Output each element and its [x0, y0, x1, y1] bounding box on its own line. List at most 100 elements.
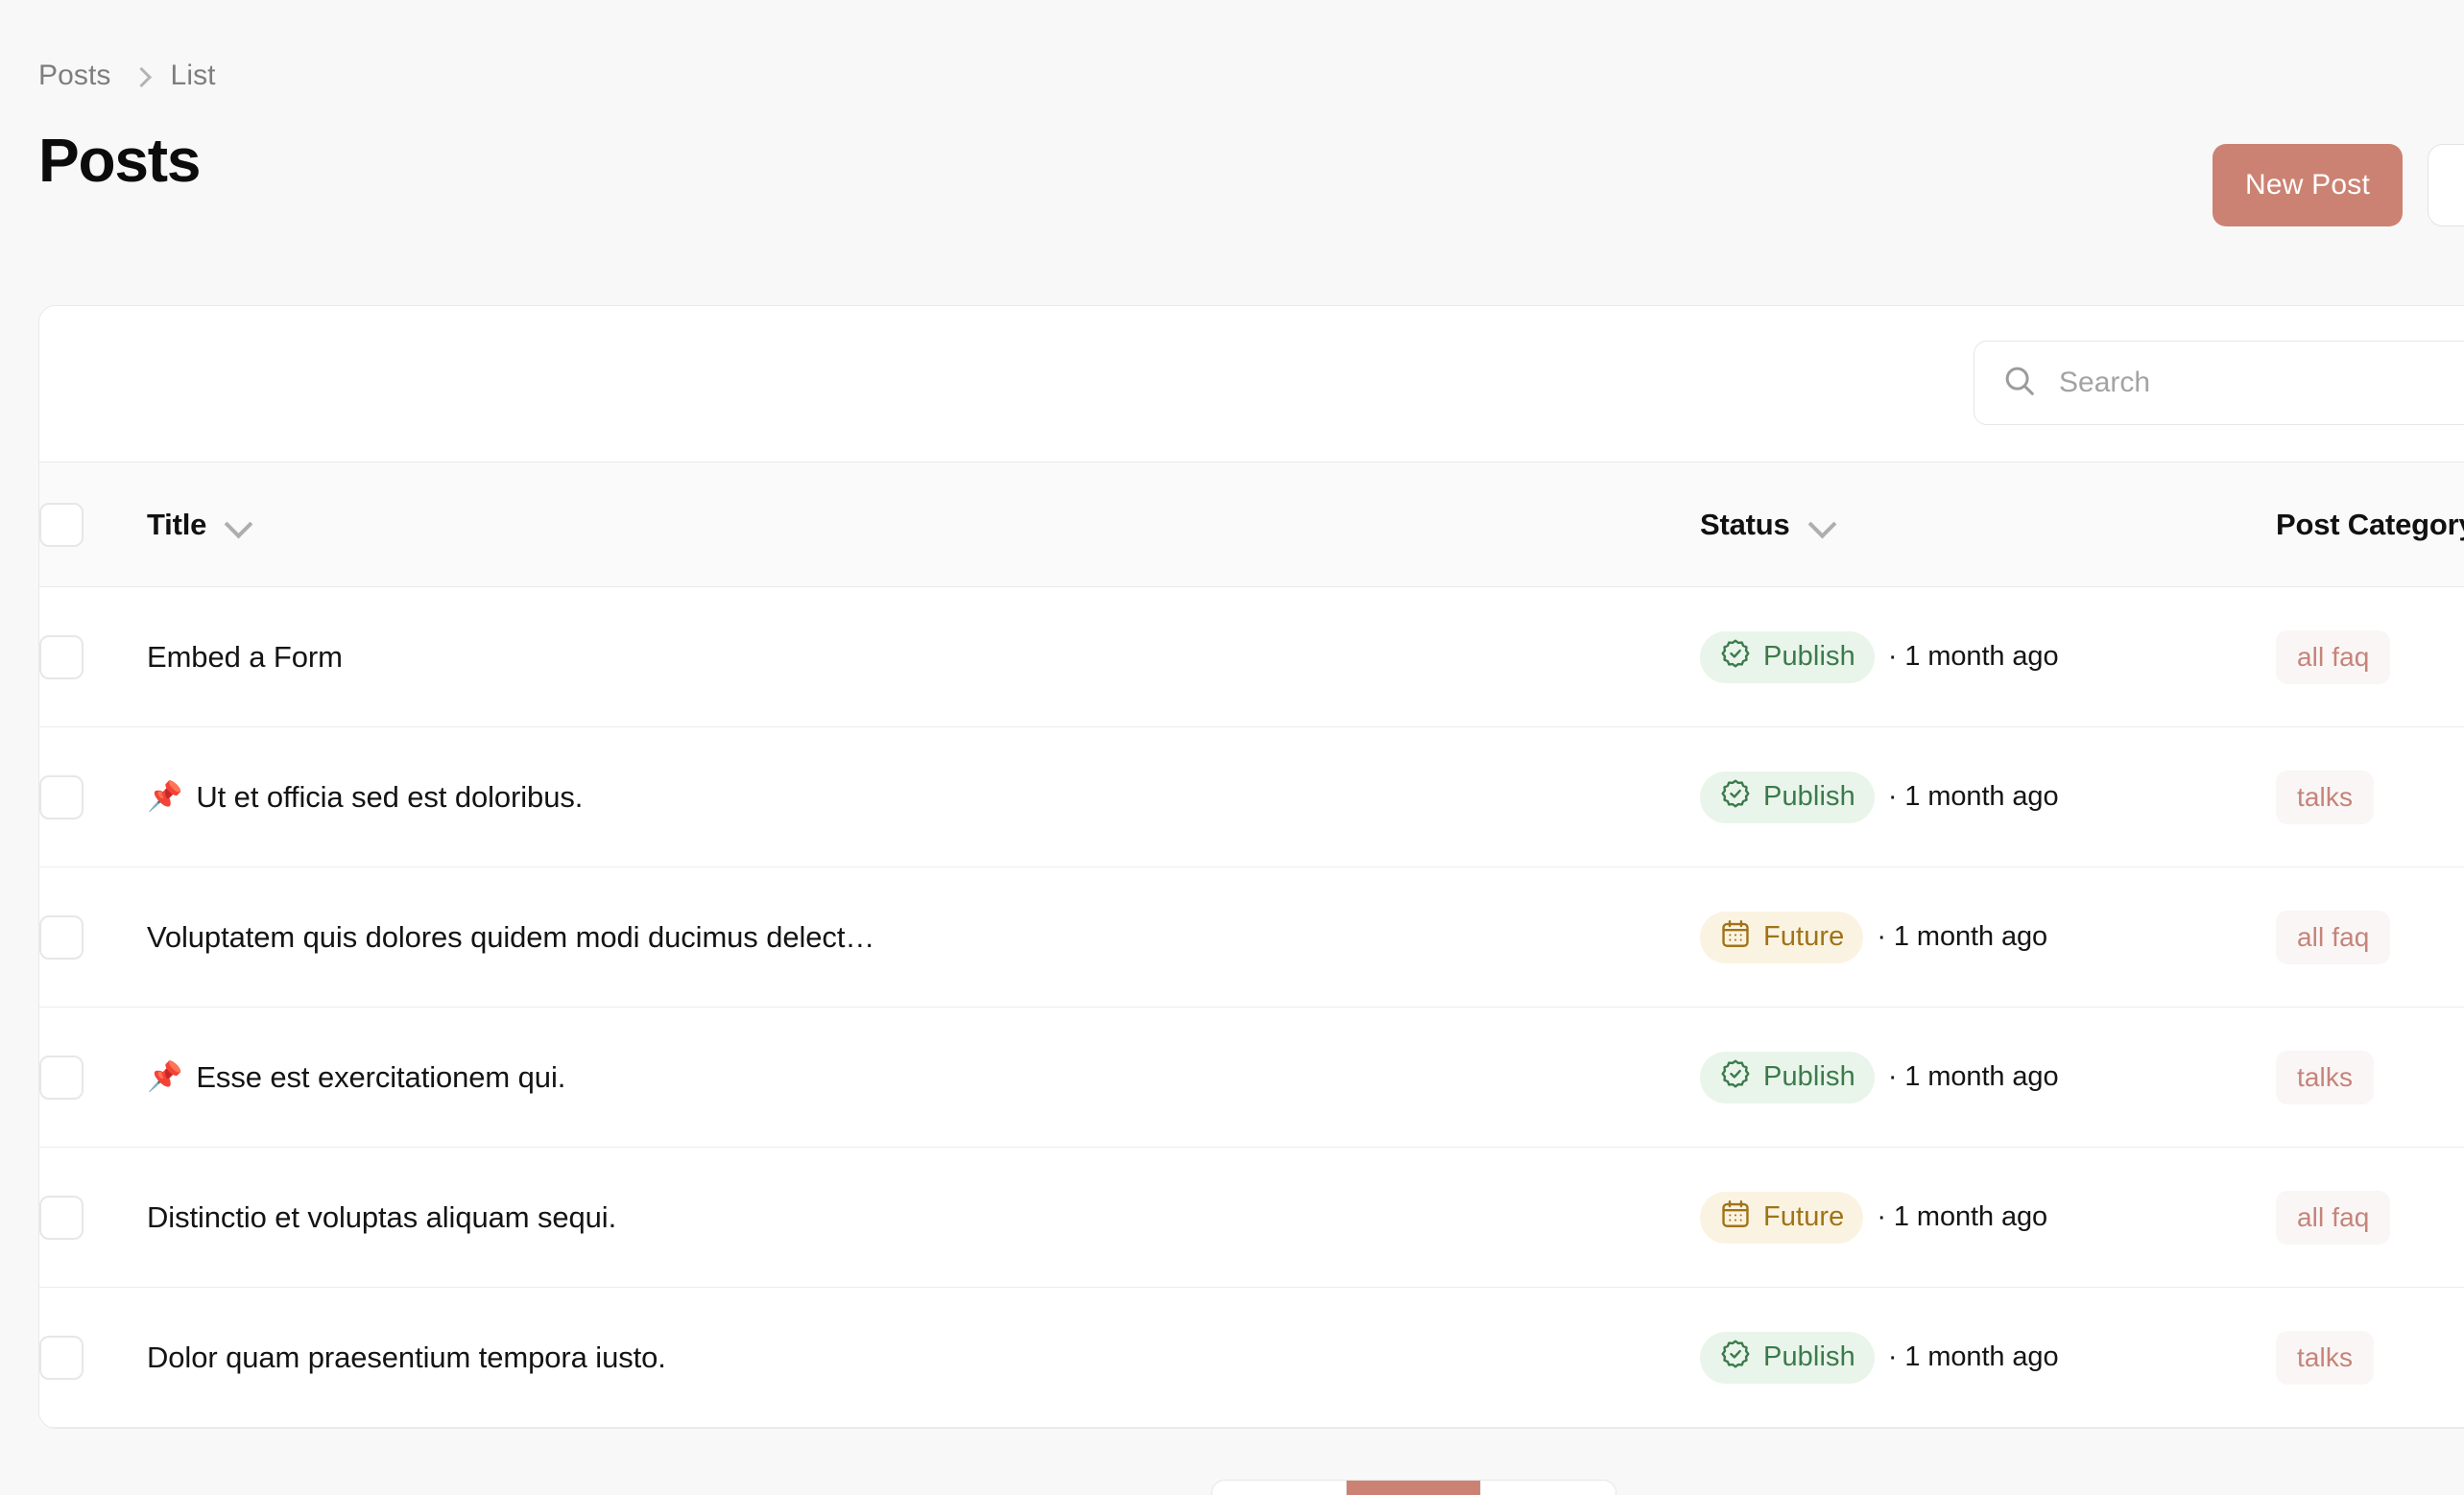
- seal-check-icon: [1719, 637, 1752, 677]
- status-badge-label: Publish: [1763, 1061, 1855, 1092]
- header-actions: New Post: [2213, 144, 2464, 226]
- row-status-cell: Future · 1 month ago: [1700, 1147, 2276, 1288]
- status-badge: Publish: [1700, 1051, 1875, 1103]
- posts-table: Title Status Post Category Embed a Form …: [39, 462, 2464, 1428]
- search-field[interactable]: [1974, 341, 2464, 425]
- table-head: Title Status Post Category: [39, 462, 2464, 587]
- row-select-cell: [39, 866, 147, 1008]
- row-title-cell: 📌 Ut et officia sed est doloribus.: [147, 726, 1700, 867]
- pinned-pushpin-icon: 📌: [147, 1060, 183, 1093]
- row-select-cell: [39, 726, 147, 867]
- breadcrumb-item-list: List: [170, 59, 216, 91]
- category-tag[interactable]: talks: [2276, 1330, 2375, 1385]
- status-time-ago: · 1 month ago: [1887, 1341, 2059, 1372]
- row-select-cell: [39, 1147, 147, 1288]
- status-badge-label: Publish: [1763, 1341, 1855, 1372]
- status-sort-chevron-down-icon[interactable]: [1809, 512, 1834, 537]
- title-sort-chevron-down-icon[interactable]: [226, 512, 251, 537]
- posts-list-page: Posts List Posts New Post Search Title S…: [0, 0, 2464, 1495]
- breadcrumb-item-posts[interactable]: Posts: [38, 59, 111, 92]
- status-badge: Publish: [1700, 1331, 1875, 1384]
- status-time-ago: · 1 month ago: [1877, 921, 2048, 952]
- row-title-cell: Embed a Form: [147, 586, 1700, 727]
- calendar-icon: [1719, 1198, 1752, 1238]
- post-title-link[interactable]: Voluptatem quis dolores quidem modi duci…: [147, 920, 874, 955]
- post-title-link[interactable]: Embed a Form: [147, 640, 343, 675]
- calendar-icon: [1719, 917, 1752, 958]
- page-title: Posts: [38, 126, 201, 195]
- status-badge-label: Publish: [1763, 781, 1855, 812]
- table-header-row: Title Status Post Category: [39, 462, 2464, 587]
- search-input[interactable]: [2059, 367, 2464, 399]
- row-title-cell: Dolor quam praesentium tempora iusto.: [147, 1287, 1700, 1428]
- row-select-cell: [39, 586, 147, 727]
- post-title-link[interactable]: Ut et officia sed est doloribus.: [196, 780, 583, 815]
- seal-check-icon: [1719, 1338, 1752, 1378]
- table-row[interactable]: Voluptatem quis dolores quidem modi duci…: [39, 866, 2464, 1008]
- status-time-ago: · 1 month ago: [1887, 641, 2059, 672]
- row-title-cell: 📌 Esse est exercitationem qui.: [147, 1007, 1700, 1148]
- category-tag[interactable]: all faq: [2276, 910, 2391, 964]
- select-all-checkbox[interactable]: [39, 502, 84, 547]
- row-category-cell: all faq: [2276, 1147, 2464, 1288]
- page-title-row: Posts: [38, 123, 2464, 219]
- row-category-cell: talks: [2276, 1287, 2464, 1428]
- chevron-right-icon: [132, 68, 150, 85]
- post-title-link[interactable]: Distinctio et voluptas aliquam sequi.: [147, 1200, 616, 1235]
- table-row[interactable]: Embed a Form Publish · 1 month ago all faq: [39, 586, 2464, 727]
- pagination-button[interactable]: ‹: [1212, 1481, 1347, 1495]
- table-row[interactable]: Dolor quam praesentium tempora iusto. Pub…: [39, 1287, 2464, 1428]
- status-time-ago: · 1 month ago: [1877, 1201, 2048, 1232]
- row-checkbox[interactable]: [39, 634, 84, 679]
- table-row[interactable]: 📌 Esse est exercitationem qui. Publish · 1 …: [39, 1007, 2464, 1148]
- row-select-cell: [39, 1287, 147, 1428]
- seal-check-icon: [1719, 1057, 1752, 1098]
- status-time-ago: · 1 month ago: [1887, 781, 2059, 812]
- status-badge-label: Future: [1763, 921, 1845, 952]
- table-row[interactable]: Distinctio et voluptas aliquam sequi. Fut…: [39, 1147, 2464, 1288]
- row-category-cell: talks: [2276, 726, 2464, 867]
- row-checkbox[interactable]: [39, 1195, 84, 1240]
- column-header-title: Title: [147, 463, 1700, 587]
- pagination: ‹12: [1211, 1480, 1616, 1495]
- row-checkbox[interactable]: [39, 1055, 84, 1100]
- row-checkbox[interactable]: [39, 914, 84, 960]
- header-overflow-button[interactable]: [2428, 144, 2464, 226]
- row-category-cell: all faq: [2276, 586, 2464, 727]
- posts-card: Title Status Post Category E: [38, 305, 2464, 1429]
- pagination-button[interactable]: 2: [1481, 1481, 1615, 1495]
- status-badge-label: Future: [1763, 1201, 1845, 1232]
- row-status-cell: Publish · 1 month ago: [1700, 1007, 2276, 1148]
- card-toolbar: [39, 306, 2464, 462]
- seal-check-icon: [1719, 777, 1752, 818]
- new-post-button[interactable]: New Post: [2213, 144, 2403, 226]
- row-select-cell: [39, 1007, 147, 1148]
- column-header-category-label: Post Category: [2276, 507, 2464, 541]
- row-checkbox[interactable]: [39, 1335, 84, 1380]
- pagination-button[interactable]: 1: [1347, 1481, 1481, 1495]
- row-status-cell: Publish · 1 month ago: [1700, 726, 2276, 867]
- status-badge-label: Publish: [1763, 641, 1855, 672]
- table-row[interactable]: 📌 Ut et officia sed est doloribus. Publish…: [39, 726, 2464, 867]
- status-badge: Future: [1700, 911, 1864, 963]
- breadcrumb: Posts List: [38, 59, 216, 92]
- post-title-link[interactable]: Dolor quam praesentium tempora iusto.: [147, 1341, 666, 1375]
- row-status-cell: Publish · 1 month ago: [1700, 586, 2276, 727]
- search-icon: [2001, 363, 2038, 404]
- category-tag[interactable]: talks: [2276, 1050, 2375, 1104]
- row-category-cell: all faq: [2276, 866, 2464, 1008]
- category-tag[interactable]: all faq: [2276, 1190, 2391, 1245]
- row-status-cell: Future · 1 month ago: [1700, 866, 2276, 1008]
- status-badge: Publish: [1700, 771, 1875, 823]
- status-time-ago: · 1 month ago: [1887, 1061, 2059, 1092]
- category-tag[interactable]: talks: [2276, 770, 2375, 824]
- row-category-cell: talks: [2276, 1007, 2464, 1148]
- column-header-status: Status: [1700, 463, 2276, 587]
- column-header-title-label: Title: [147, 507, 207, 541]
- select-all-header: [39, 463, 147, 587]
- status-badge: Future: [1700, 1191, 1864, 1244]
- category-tag[interactable]: all faq: [2276, 629, 2391, 684]
- status-badge: Publish: [1700, 630, 1875, 683]
- post-title-link[interactable]: Esse est exercitationem qui.: [196, 1060, 565, 1095]
- row-checkbox[interactable]: [39, 774, 84, 819]
